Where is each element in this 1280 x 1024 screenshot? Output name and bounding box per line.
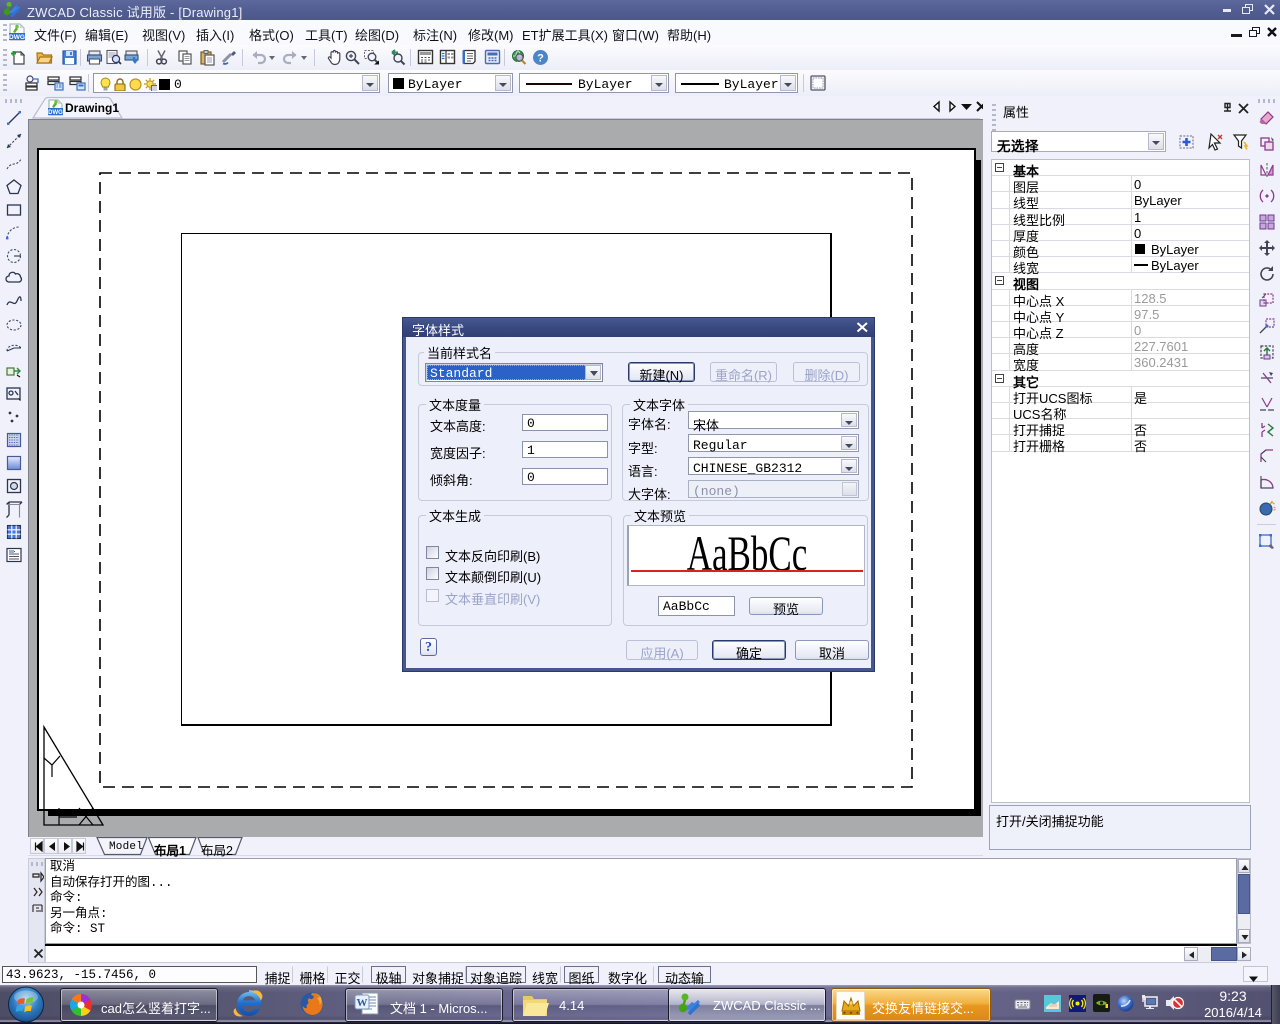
svg-text:DWG: DWG (9, 34, 25, 41)
svg-text:DWG: DWG (48, 110, 63, 116)
svg-text:W: W (357, 997, 368, 1009)
svg-text:?: ? (537, 53, 544, 65)
